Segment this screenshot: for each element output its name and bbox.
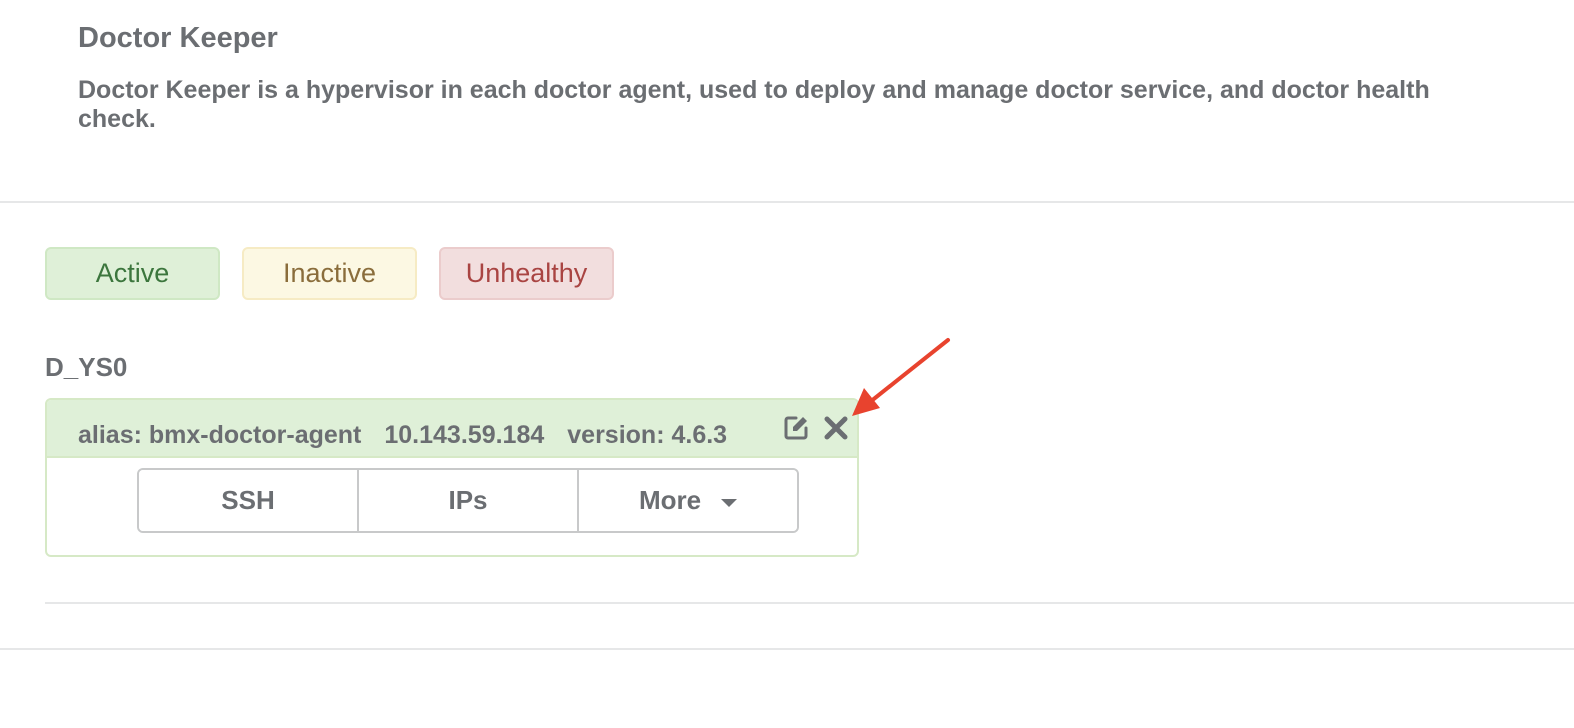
status-legend: Active Inactive Unhealthy xyxy=(45,247,614,300)
agent-ip: 10.143.59.184 xyxy=(384,420,545,449)
group-title: D_YS0 xyxy=(45,352,128,382)
more-label: More xyxy=(638,485,702,515)
page-title: Doctor Keeper xyxy=(78,22,278,54)
legend-inactive: Inactive xyxy=(242,247,417,300)
page-description: Doctor Keeper is a hypervisor in each do… xyxy=(78,76,1430,133)
legend-unhealthy: Unhealthy xyxy=(439,247,614,300)
ssh-button[interactable]: SSH xyxy=(139,470,359,531)
agent-alias: alias: bmx-doctor-agent xyxy=(78,420,362,449)
annotation-arrow-icon xyxy=(852,338,950,416)
divider xyxy=(0,201,1574,203)
agent-version: version: 4.6.3 xyxy=(567,420,728,449)
caret-down-icon xyxy=(721,498,738,507)
more-dropdown-button[interactable]: More xyxy=(579,470,797,531)
agent-button-group: SSH IPs More xyxy=(137,468,799,533)
edit-icon[interactable] xyxy=(782,414,810,442)
close-icon[interactable] xyxy=(822,414,850,442)
page-header: Doctor Keeper Doctor Keeper is a hypervi… xyxy=(78,20,1478,134)
agent-actions xyxy=(782,414,850,442)
divider xyxy=(45,602,1574,604)
divider xyxy=(0,648,1574,650)
agent-panel: alias: bmx-doctor-agent 10.143.59.184 ve… xyxy=(45,398,859,557)
legend-active: Active xyxy=(45,247,220,300)
agent-panel-header: alias: bmx-doctor-agent 10.143.59.184 ve… xyxy=(47,400,857,458)
ips-button[interactable]: IPs xyxy=(359,470,579,531)
page: Doctor Keeper Doctor Keeper is a hypervi… xyxy=(0,0,1574,728)
